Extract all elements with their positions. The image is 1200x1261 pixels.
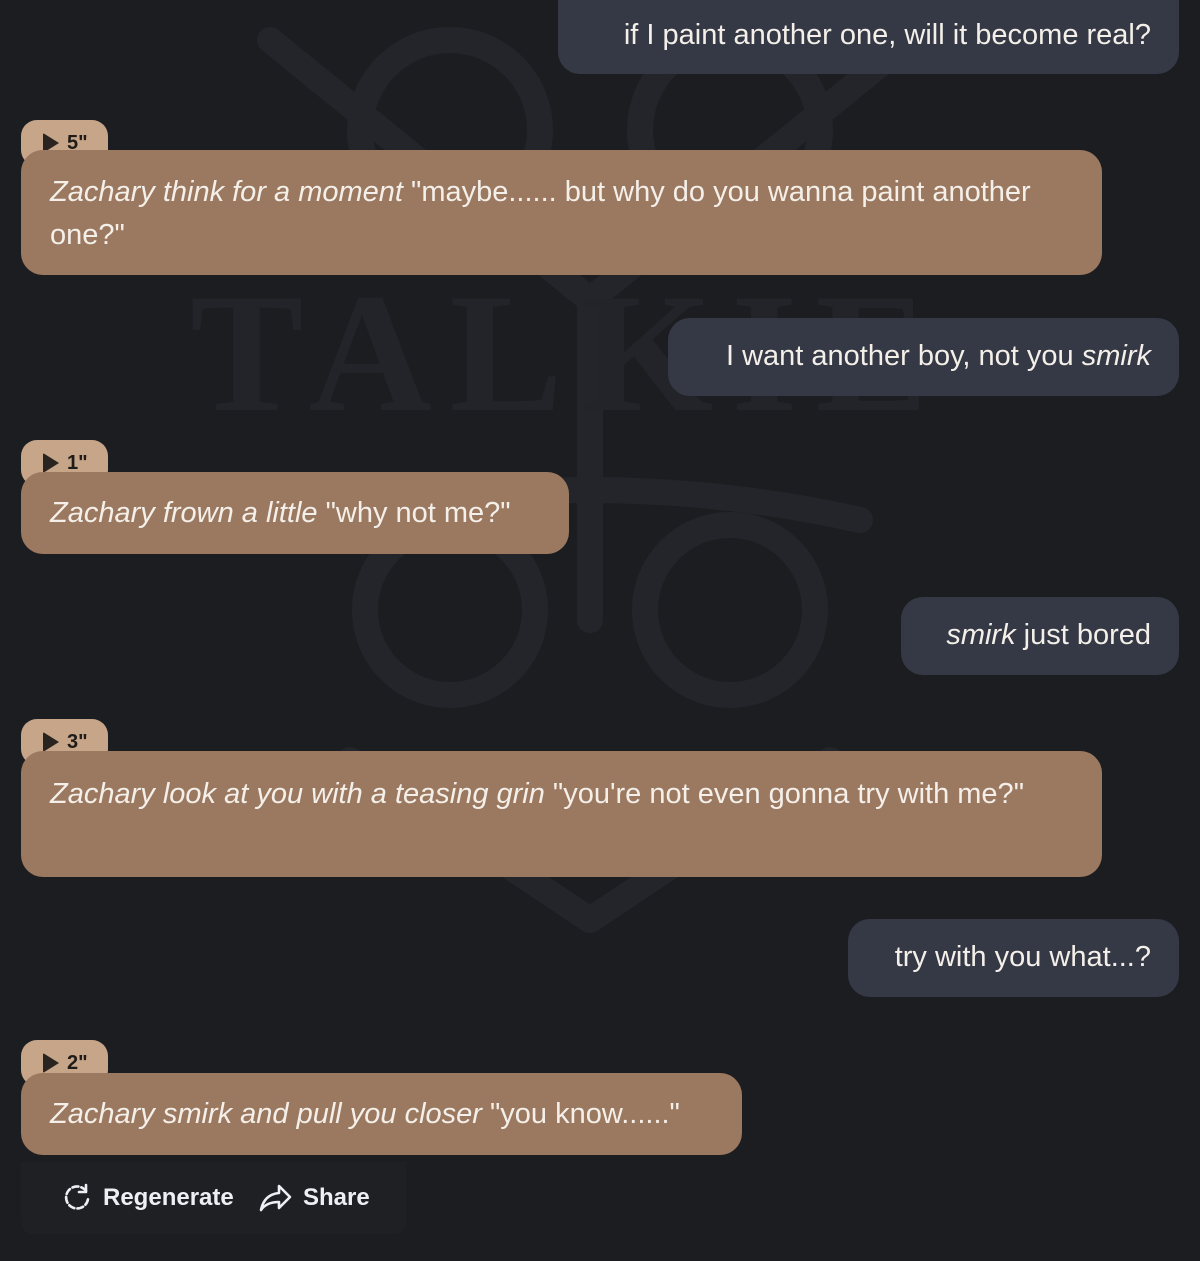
user-message: try with you what...? — [848, 919, 1179, 997]
action-text: smirk — [946, 619, 1016, 651]
user-message: I want another boy, not you smirk — [668, 318, 1179, 396]
dialogue-text: "why not me?" — [317, 497, 511, 529]
voice-duration: 3" — [67, 731, 88, 753]
bot-message: Zachary smirk and pull you closer "you k… — [21, 1073, 742, 1155]
message-text: I want another boy, not you — [725, 340, 1082, 372]
play-icon — [43, 453, 59, 473]
bot-message: Zachary frown a little "why not me?" — [21, 472, 569, 554]
action-text: Zachary frown a little — [50, 497, 318, 529]
bot-message: Zachary look at you with a teasing grin … — [21, 751, 1102, 877]
share-button[interactable]: Share — [259, 1180, 370, 1216]
user-message: smirk just bored — [901, 597, 1179, 675]
user-message: if I paint another one, will it become r… — [558, 0, 1179, 74]
chat-screen: TALKIE if I paint another one, will it b… — [0, 0, 1200, 1261]
message-text: just bored — [1015, 619, 1151, 651]
message-text: try with you what...? — [894, 941, 1151, 973]
voice-duration: 2" — [67, 1052, 88, 1074]
regenerate-label: Regenerate — [103, 1184, 234, 1211]
share-label: Share — [303, 1184, 370, 1211]
dialogue-text: "you know......" — [481, 1098, 680, 1130]
dialogue-text: "you're not even gonna try with me?" — [544, 778, 1024, 810]
action-text: Zachary look at you with a teasing grin — [50, 778, 545, 810]
message-text: if I paint another one, will it become r… — [623, 19, 1151, 51]
action-text: smirk — [1081, 340, 1151, 372]
voice-duration: 1" — [67, 452, 88, 474]
play-icon — [43, 732, 59, 752]
bot-message: Zachary think for a moment "maybe...... … — [21, 150, 1102, 275]
action-text: Zachary smirk and pull you closer — [50, 1098, 482, 1130]
message-actions: Regenerate Share — [21, 1162, 406, 1234]
action-text: Zachary think for a moment — [50, 176, 403, 208]
play-icon — [43, 1053, 59, 1073]
refresh-icon — [64, 1183, 90, 1210]
share-arrow-icon — [259, 1184, 292, 1212]
regenerate-button[interactable]: Regenerate — [61, 1180, 234, 1216]
